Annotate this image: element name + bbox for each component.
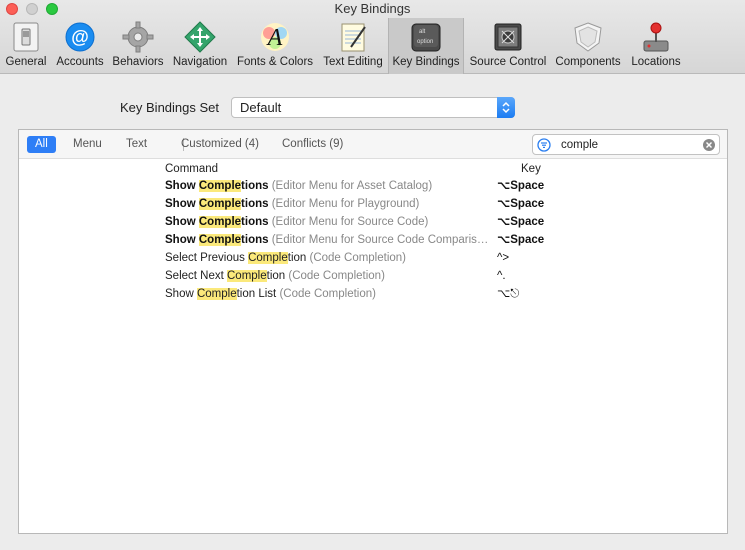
- command-title: Select Next Completion: [165, 270, 285, 282]
- joystick-icon: [643, 22, 669, 52]
- command-title: Select Previous Completion: [165, 252, 306, 264]
- command-context: (Editor Menu for Source Code Comparis…: [268, 234, 489, 246]
- command-suffix: tions: [241, 198, 269, 210]
- clear-search-icon[interactable]: [703, 139, 715, 151]
- key-shortcut[interactable]: ⌥Space: [497, 231, 544, 249]
- key-bindings-set-value: Default: [240, 100, 282, 115]
- general-switch-icon: [13, 22, 39, 52]
- key-bindings-set-label: Key Bindings Set: [120, 100, 220, 115]
- toolbar-item-fonts-colors[interactable]: A Fonts & Colors: [233, 18, 317, 74]
- command-suffix: tion: [287, 252, 307, 264]
- command-name: Select Previous Completion (Code Complet…: [165, 249, 406, 267]
- toolbar-item-components[interactable]: Components: [552, 18, 624, 74]
- table-row[interactable]: Select Next Completion (Code Completion)…: [165, 267, 705, 285]
- command-context: (Code Completion): [306, 252, 407, 264]
- shield-icon: [574, 22, 602, 52]
- navigation-arrows-icon: [184, 21, 216, 53]
- table-row[interactable]: Show Completions (Editor Menu for Playgr…: [165, 195, 705, 213]
- command-name: Show Completions (Editor Menu for Playgr…: [165, 195, 419, 213]
- toolbar-item-behaviors[interactable]: Behaviors: [109, 18, 167, 74]
- key-shortcut[interactable]: ^.: [497, 267, 506, 285]
- command-suffix: tions: [241, 180, 269, 192]
- search-match-highlight: Comple: [227, 270, 267, 282]
- command-name: Show Completions (Editor Menu for Source…: [165, 231, 488, 249]
- key-shortcut[interactable]: ⌥⎋: [497, 285, 519, 303]
- title-bar: Key Bindings General @ Accounts Behavior…: [0, 0, 745, 74]
- font-letter-icon: A: [261, 23, 289, 51]
- command-name: Show Completions (Editor Menu for Source…: [165, 213, 428, 231]
- window-title: Key Bindings: [334, 1, 411, 16]
- command-prefix: Show: [165, 180, 199, 192]
- filter-bar: All Menu Text Customized (4) Conflicts (…: [19, 130, 727, 159]
- toolbar-item-accounts[interactable]: @ Accounts: [52, 18, 108, 74]
- table-row[interactable]: Show Completion List (Code Completion) ⌥⎋: [165, 285, 705, 303]
- search-match-highlight: Comple: [196, 288, 237, 300]
- command-prefix: Show: [165, 288, 197, 300]
- command-prefix: Show: [165, 216, 199, 228]
- command-prefix: Show: [165, 198, 199, 210]
- option-key-icon: alt option: [411, 23, 441, 52]
- search-match-highlight: Comple: [248, 252, 288, 264]
- command-title: Show Completion List: [165, 288, 276, 300]
- search-match-highlight: Comple: [198, 234, 242, 246]
- table-row[interactable]: Show Completions (Editor Menu for Source…: [165, 213, 705, 231]
- table-row[interactable]: Select Previous Completion (Code Complet…: [165, 249, 705, 267]
- command-context: (Editor Menu for Source Code): [268, 216, 429, 228]
- command-title: Show Completions: [165, 234, 269, 246]
- svg-text:option: option: [417, 39, 433, 45]
- at-sign-icon: @: [65, 22, 95, 52]
- toolbar-item-source-control[interactable]: Source Control: [465, 18, 551, 74]
- command-context: (Code Completion): [276, 288, 376, 300]
- command-suffix: tions: [241, 216, 269, 228]
- key-column-header[interactable]: Key: [521, 163, 541, 175]
- command-context: (Code Completion): [285, 270, 385, 282]
- command-prefix: Select Next: [165, 270, 227, 282]
- filter-text-button[interactable]: Text: [118, 136, 155, 153]
- command-column-header[interactable]: Command: [165, 163, 218, 175]
- search-match-highlight: Comple: [198, 216, 242, 228]
- command-prefix: Select Previous: [165, 252, 249, 264]
- command-title: Show Completions: [165, 216, 269, 228]
- command-context: (Editor Menu for Playground): [268, 198, 420, 210]
- command-title: Show Completions: [165, 198, 269, 210]
- toolbar-item-general[interactable]: General: [2, 18, 50, 74]
- command-title: Show Completions: [165, 180, 269, 192]
- svg-text:alt: alt: [419, 29, 426, 35]
- command-suffix: tions: [241, 234, 269, 246]
- key-shortcut[interactable]: ⌥Space: [497, 177, 544, 195]
- toolbar-item-navigation[interactable]: Navigation: [168, 18, 232, 74]
- command-prefix: Show: [165, 234, 199, 246]
- key-bindings-set-select[interactable]: Default: [231, 97, 515, 118]
- svg-text:A: A: [266, 25, 283, 51]
- command-context: (Editor Menu for Asset Catalog): [268, 180, 433, 192]
- key-shortcut[interactable]: ^>: [497, 249, 509, 267]
- command-name: Show Completions (Editor Menu for Asset …: [165, 177, 432, 195]
- key-bindings-panel: All Menu Text Customized (4) Conflicts (…: [18, 129, 728, 534]
- toolbar-item-locations[interactable]: Locations: [625, 18, 687, 74]
- gear-icon: [122, 21, 154, 53]
- search-field[interactable]: [532, 134, 720, 155]
- filter-customized-button[interactable]: Customized (4): [173, 136, 267, 153]
- command-suffix: tion: [266, 270, 286, 282]
- safe-vault-icon: [494, 23, 522, 51]
- filter-menu-button[interactable]: Menu: [65, 136, 110, 153]
- key-shortcut[interactable]: ⌥Space: [497, 213, 544, 231]
- search-match-highlight: Comple: [198, 198, 242, 210]
- search-match-highlight: Comple: [198, 180, 242, 192]
- search-input[interactable]: [561, 137, 701, 152]
- key-shortcut[interactable]: ⌥Space: [497, 195, 544, 213]
- command-name: Show Completion List (Code Completion): [165, 285, 376, 303]
- command-suffix: tion List: [236, 288, 277, 300]
- filter-icon: [537, 138, 551, 152]
- notepad-icon: [341, 23, 366, 52]
- select-arrows-icon: [497, 97, 515, 118]
- command-name: Select Next Completion (Code Completion): [165, 267, 385, 285]
- filter-conflicts-button[interactable]: Conflicts (9): [274, 136, 351, 153]
- svg-text:@: @: [71, 27, 89, 47]
- toolbar-item-text-editing[interactable]: Text Editing: [318, 18, 388, 74]
- filter-all-button[interactable]: All: [27, 136, 56, 153]
- toolbar-item-key-bindings[interactable]: alt option Key Bindings: [388, 18, 464, 74]
- table-row[interactable]: Show Completions (Editor Menu for Asset …: [165, 177, 705, 195]
- table-row[interactable]: Show Completions (Editor Menu for Source…: [165, 231, 705, 249]
